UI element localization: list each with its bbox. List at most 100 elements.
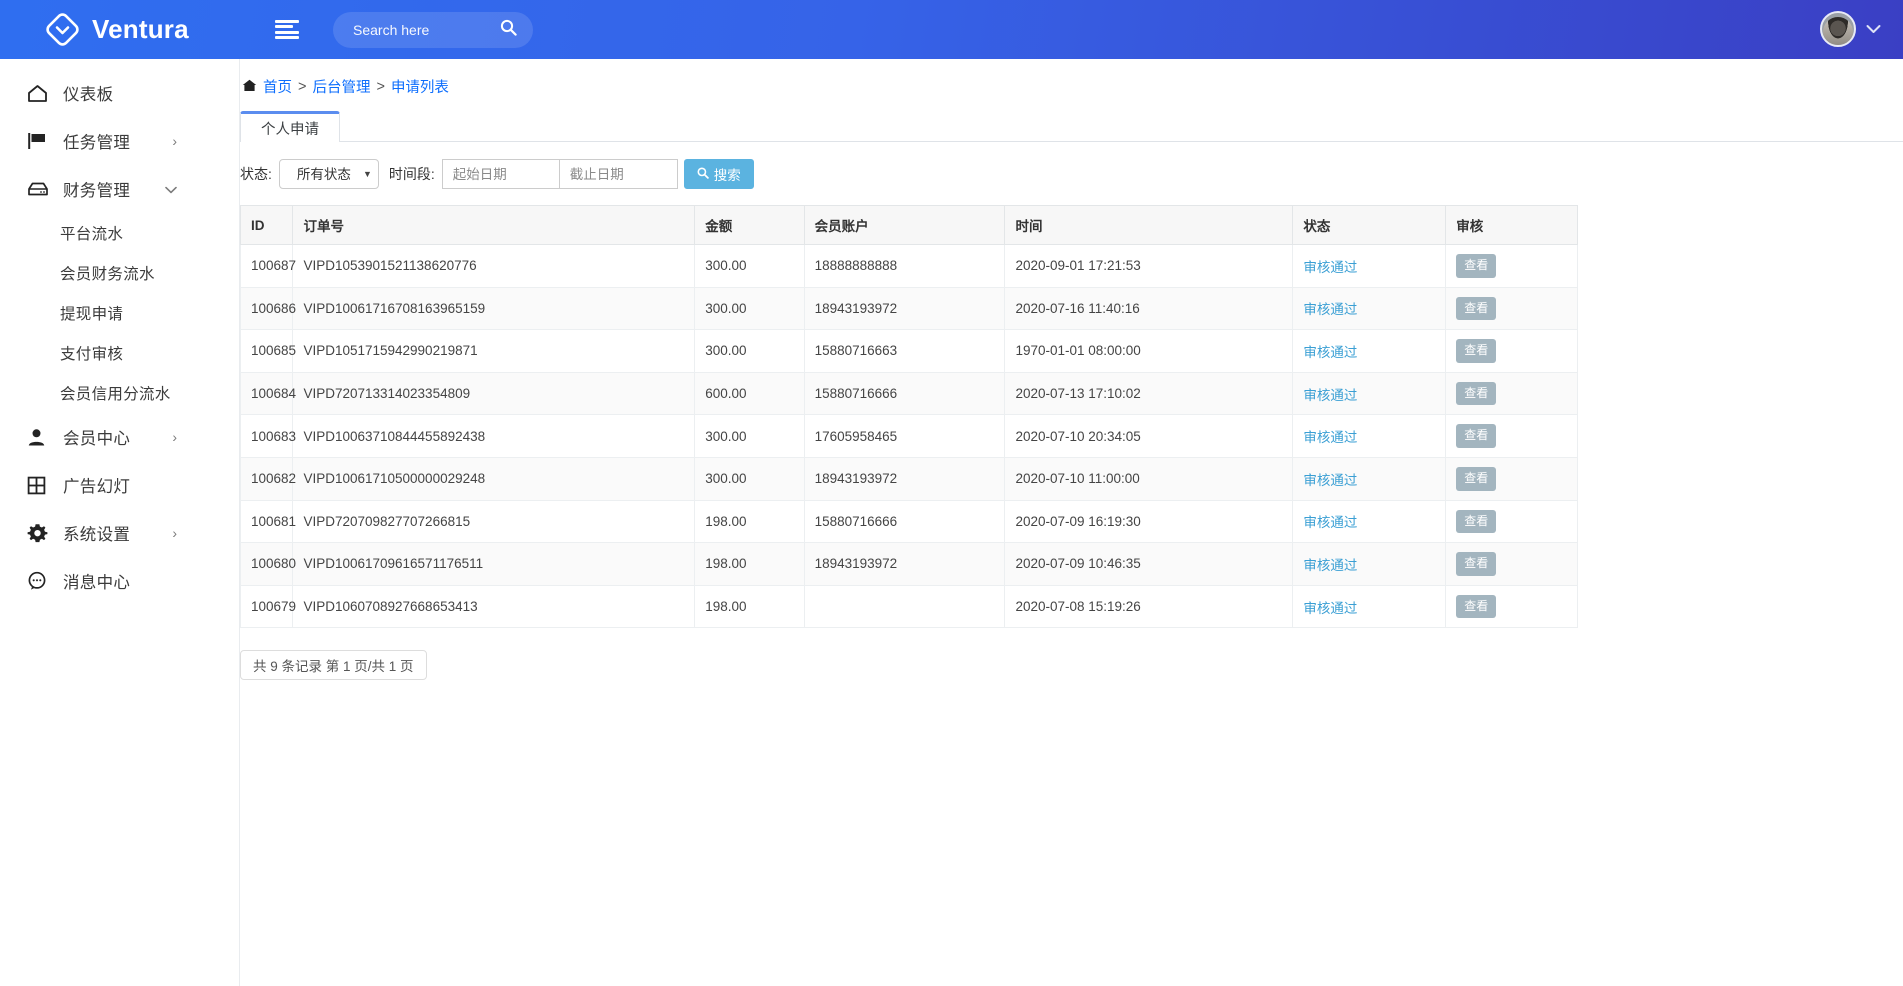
cell-member-account: 15880716666 bbox=[804, 500, 1005, 543]
status-link[interactable]: 审核通过 bbox=[1303, 345, 1357, 360]
status-link[interactable]: 审核通过 bbox=[1303, 302, 1357, 317]
breadcrumb-current: 申请列表 bbox=[391, 76, 449, 97]
end-date-input[interactable] bbox=[560, 159, 678, 189]
sidebar-item-label: 会员中心 bbox=[63, 425, 130, 449]
view-button[interactable]: 查看 bbox=[1456, 297, 1496, 321]
cell-member-account bbox=[804, 585, 1005, 628]
cell-order-number: VIPD1051715942990219871 bbox=[293, 330, 695, 373]
view-button[interactable]: 查看 bbox=[1456, 254, 1496, 278]
brand-name: Ventura bbox=[92, 14, 189, 45]
sidebar-item-task-management[interactable]: 任务管理 › bbox=[0, 117, 239, 165]
status-link[interactable]: 审核通过 bbox=[1303, 515, 1357, 530]
view-button[interactable]: 查看 bbox=[1456, 595, 1496, 619]
cell-review: 查看 bbox=[1446, 543, 1578, 586]
table-row: 100687VIPD1053901521138620776300.0018888… bbox=[241, 245, 1578, 288]
pagination-text: 共 9 条记录 第 1 页/共 1 页 bbox=[253, 655, 414, 675]
cell-id: 100686 bbox=[241, 287, 293, 330]
flag-icon bbox=[27, 130, 55, 152]
archive-icon bbox=[27, 178, 55, 200]
avatar[interactable] bbox=[1820, 11, 1856, 47]
breadcrumb-home[interactable]: 首页 bbox=[263, 76, 292, 97]
table-body: 100687VIPD1053901521138620776300.0018888… bbox=[241, 245, 1578, 628]
sidebar-item-message-center[interactable]: 消息中心 bbox=[0, 557, 239, 605]
view-button[interactable]: 查看 bbox=[1456, 467, 1496, 491]
sidebar-subitem-member-credit-flow[interactable]: 会员信用分流水 bbox=[0, 373, 239, 413]
cell-amount: 600.00 bbox=[695, 372, 804, 415]
pagination-info[interactable]: 共 9 条记录 第 1 页/共 1 页 bbox=[240, 650, 427, 680]
sidebar-item-finance-management[interactable]: 财务管理 bbox=[0, 165, 239, 213]
chevron-down-icon[interactable] bbox=[1866, 22, 1881, 37]
cell-id: 100682 bbox=[241, 457, 293, 500]
cell-review: 查看 bbox=[1446, 585, 1578, 628]
col-status: 状态 bbox=[1293, 206, 1446, 245]
brand-logo-area[interactable]: Ventura bbox=[44, 11, 249, 48]
view-button[interactable]: 查看 bbox=[1456, 424, 1496, 448]
main-content: 首页 > 后台管理 > 申请列表 个人申请 状态: 所有状态 ▼ 时间段: bbox=[239, 59, 1903, 986]
tab-bar: 个人申请 bbox=[240, 111, 1903, 142]
sidebar-item-label: 消息中心 bbox=[63, 569, 130, 593]
cell-time: 2020-07-09 16:19:30 bbox=[1005, 500, 1293, 543]
status-link[interactable]: 审核通过 bbox=[1303, 601, 1357, 616]
cell-id: 100683 bbox=[241, 415, 293, 458]
status-link[interactable]: 审核通过 bbox=[1303, 430, 1357, 445]
search-button[interactable]: 搜索 bbox=[684, 159, 754, 189]
breadcrumb-backend-management[interactable]: 后台管理 bbox=[312, 76, 370, 97]
col-amount: 金额 bbox=[695, 206, 804, 245]
search-input[interactable] bbox=[353, 22, 493, 38]
sidebar-item-ad-slideshow[interactable]: 广告幻灯 bbox=[0, 461, 239, 509]
search-icon[interactable] bbox=[500, 19, 517, 40]
status-select-wrapper[interactable]: 所有状态 ▼ bbox=[279, 159, 379, 189]
user-menu[interactable] bbox=[1820, 11, 1881, 47]
chevron-right-icon[interactable]: › bbox=[172, 430, 177, 444]
cell-amount: 300.00 bbox=[695, 415, 804, 458]
status-filter-label: 状态: bbox=[240, 164, 272, 184]
search-icon bbox=[697, 167, 709, 182]
cell-review: 查看 bbox=[1446, 415, 1578, 458]
chevron-right-icon[interactable]: › bbox=[172, 526, 177, 540]
breadcrumb-separator: > bbox=[376, 79, 384, 95]
view-button[interactable]: 查看 bbox=[1456, 339, 1496, 363]
hamburger-icon[interactable] bbox=[275, 20, 301, 40]
sidebar-subitem-label: 平台流水 bbox=[60, 222, 123, 244]
start-date-input[interactable] bbox=[442, 159, 560, 189]
chevron-down-icon[interactable] bbox=[165, 182, 177, 196]
cell-amount: 198.00 bbox=[695, 543, 804, 586]
view-button[interactable]: 查看 bbox=[1456, 552, 1496, 576]
cell-member-account: 15880716666 bbox=[804, 372, 1005, 415]
view-button[interactable]: 查看 bbox=[1456, 510, 1496, 534]
status-select[interactable]: 所有状态 bbox=[279, 159, 379, 189]
col-id: ID bbox=[241, 206, 293, 245]
status-link[interactable]: 审核通过 bbox=[1303, 558, 1357, 573]
tab-personal-application[interactable]: 个人申请 bbox=[240, 111, 340, 142]
cell-time: 2020-07-08 15:19:26 bbox=[1005, 585, 1293, 628]
cell-id: 100687 bbox=[241, 245, 293, 288]
sidebar-item-member-center[interactable]: 会员中心 › bbox=[0, 413, 239, 461]
cell-id: 100684 bbox=[241, 372, 293, 415]
cell-status: 审核通过 bbox=[1293, 372, 1446, 415]
cell-amount: 300.00 bbox=[695, 245, 804, 288]
ventura-diamond-icon bbox=[44, 11, 81, 48]
cell-review: 查看 bbox=[1446, 330, 1578, 373]
cell-member-account: 18888888888 bbox=[804, 245, 1005, 288]
cell-order-number: VIPD10061710500000029248 bbox=[293, 457, 695, 500]
table-header-row: ID 订单号 金额 会员账户 时间 状态 审核 bbox=[241, 206, 1578, 245]
tab-label: 个人申请 bbox=[261, 118, 319, 139]
status-link[interactable]: 审核通过 bbox=[1303, 473, 1357, 488]
sidebar-item-system-settings[interactable]: 系统设置 › bbox=[0, 509, 239, 557]
global-search-box[interactable] bbox=[333, 12, 533, 48]
cell-order-number: VIPD10063710844455892438 bbox=[293, 415, 695, 458]
sidebar-item-dashboard[interactable]: 仪表板 bbox=[0, 69, 239, 117]
sidebar-subitem-member-finance-flow[interactable]: 会员财务流水 bbox=[0, 253, 239, 293]
table-row: 100686VIPD10061716708163965159300.001894… bbox=[241, 287, 1578, 330]
chevron-right-icon[interactable]: › bbox=[172, 134, 177, 148]
view-button[interactable]: 查看 bbox=[1456, 382, 1496, 406]
cell-order-number: VIPD1053901521138620776 bbox=[293, 245, 695, 288]
cell-order-number: VIPD720713314023354809 bbox=[293, 372, 695, 415]
cell-status: 审核通过 bbox=[1293, 245, 1446, 288]
sidebar-subitem-payment-review[interactable]: 支付审核 bbox=[0, 333, 239, 373]
status-link[interactable]: 审核通过 bbox=[1303, 260, 1357, 275]
sidebar-subitem-withdrawal-request[interactable]: 提现申请 bbox=[0, 293, 239, 333]
sidebar-subitem-platform-flow[interactable]: 平台流水 bbox=[0, 213, 239, 253]
status-link[interactable]: 审核通过 bbox=[1303, 388, 1357, 403]
cell-order-number: VIPD720709827707266815 bbox=[293, 500, 695, 543]
